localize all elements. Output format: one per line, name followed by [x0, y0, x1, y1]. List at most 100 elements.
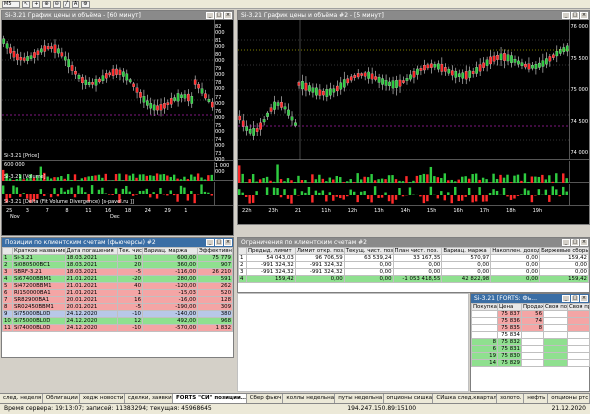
minimize-icon[interactable]: _ [562, 12, 570, 19]
cell-sell[interactable] [521, 352, 544, 360]
cell-sell[interactable]: 56 [521, 310, 544, 318]
settings-icon[interactable]: ⚙ [81, 0, 90, 8]
column-header[interactable]: Цена [497, 303, 522, 311]
maximize-icon[interactable]: □ [571, 239, 579, 246]
orderbook-row[interactable]: 6 75 831 [471, 345, 590, 353]
limits-window[interactable]: Ограничения по клиентским счетам #2 _ □ × … [237, 237, 590, 293]
table-row[interactable]: 2 Si080500BC1 18.03.2021 20 360,00 907 [2, 261, 233, 269]
table-row[interactable]: 7 SR82900BA1 20.01.2021 16 -16,00 128 [2, 296, 233, 304]
cell-buy[interactable] [471, 310, 498, 318]
table-row[interactable]: 1 54 043,03 96 706,59 63 539,24 33 167,35 570… [238, 254, 589, 262]
column-header[interactable]: Эффективн. цена [197, 247, 233, 255]
cell-buy[interactable] [471, 317, 498, 325]
table-row[interactable]: 3 -991 324,32 -991 324,32 0,00 0,00 0,00 0,00 0… [238, 268, 589, 276]
close-icon[interactable]: × [224, 239, 232, 246]
cell-price[interactable]: 75 834 [497, 331, 522, 339]
workspace-tab[interactable]: золото. [497, 394, 525, 403]
column-header[interactable]: Накоплен. доход [490, 247, 541, 255]
cell-price[interactable]: 75 830 [497, 352, 522, 360]
cell-sell[interactable] [521, 359, 544, 367]
column-header[interactable]: Текущ. чист. поз. [343, 247, 394, 255]
chart2-delta-pane[interactable] [238, 184, 589, 206]
column-header[interactable]: Предыд. лимит [246, 247, 296, 255]
column-header[interactable]: План чист. поз. [392, 247, 443, 255]
workspace-tab[interactable]: сделки, заявки [125, 394, 174, 403]
chart2-titlebar[interactable]: Si-3.21 График цены и объёма #2 - [5 мин… [238, 11, 589, 20]
table-row[interactable]: 5 Si47200BBM1 21.01.2021 40 -120,00 262 [2, 282, 233, 290]
table-row[interactable]: 4 159,42 0,00 0,00 -1 053 418,55 42 822,98 0,0… [238, 275, 589, 283]
cell-price[interactable]: 75 835 [497, 324, 522, 332]
line-tool-icon[interactable]: ╱ [62, 0, 70, 8]
chart2-volume-pane[interactable] [238, 161, 589, 183]
positions-window[interactable]: Позиции по клиентским счетам (фьючерсы) … [1, 237, 234, 358]
cell-price[interactable]: 75 836 [497, 317, 522, 325]
table-row[interactable]: 6 RI150000BA1 21.01.2021 1 -15,03 520 [2, 289, 233, 297]
table-row[interactable]: 10 Si75000BL0D 24.12.2020 12 492,00 968 [2, 317, 233, 325]
column-header[interactable]: Биржевые сборы [539, 247, 589, 255]
workspace-tab[interactable]: Сбер фьюч [247, 394, 284, 403]
crosshair-tool-icon[interactable]: + [32, 0, 41, 8]
column-header[interactable]: Краткое название [12, 247, 66, 255]
chart1-volume-pane[interactable]: 600 000 1 000 000 Si-3.21 [Volume] [2, 162, 233, 181]
table-row[interactable]: 3 SBRF-3.21 18.03.2021 -5 -116,00 26 210 [2, 268, 233, 276]
orderbook-row[interactable]: 75 836 74 [471, 317, 590, 325]
workspace-tab[interactable]: Облигации [43, 394, 80, 403]
chart1-titlebar[interactable]: Si-3.21 График цены и объёма - [60 минут… [2, 11, 233, 20]
workspace-tab[interactable]: FORTS "СИ" позиции... [173, 394, 247, 403]
table-row[interactable]: 11 Si74000BL0D 24.12.2020 -10 -570,00 1 832 [2, 324, 233, 332]
cell-sell[interactable]: 74 [521, 317, 544, 325]
minimize-icon[interactable]: _ [562, 295, 570, 302]
workspace-tab[interactable]: опционы сишка [384, 394, 434, 403]
chart2-price-pane[interactable]: 76 000 75 500 75 000 74 500 74 000 [238, 20, 589, 160]
cell-price[interactable]: 75 831 [497, 345, 522, 353]
chart1-delta-pane[interactable]: Si-3.21 [Delta (Fit Volume Divergence) [… [2, 182, 233, 206]
chart1-price-pane[interactable]: 82 000 81 000 80 000 79 000 78 000 77 000 76 0… [2, 20, 233, 163]
column-header[interactable]: Своя поз. [543, 303, 568, 311]
orderbook-row[interactable]: 75 834 [471, 331, 590, 339]
cell-sell[interactable]: 8 [521, 324, 544, 332]
chart-window-60min[interactable]: Si-3.21 График цены и объёма - [60 минут… [1, 10, 234, 236]
column-header-index[interactable] [2, 247, 13, 255]
close-icon[interactable]: × [580, 239, 588, 246]
workspace-tab[interactable]: путы недельна [335, 394, 384, 403]
orderbook-row[interactable]: 14 75 829 [471, 359, 590, 367]
column-header[interactable]: Покупка [471, 303, 498, 311]
orderbook-row[interactable]: 8 75 832 [471, 338, 590, 346]
column-header[interactable]: Продажа [521, 303, 544, 311]
cell-sell[interactable] [521, 331, 544, 339]
maximize-icon[interactable]: □ [215, 239, 223, 246]
cell-sell[interactable] [521, 338, 544, 346]
table-row[interactable]: 1 Si-3.21 18.03.2021 10 600,00 75 779 [2, 254, 233, 262]
zoom-out-icon[interactable]: ⊖ [52, 0, 61, 8]
cell-buy[interactable]: 14 [471, 359, 498, 367]
cell-price[interactable]: 75 832 [497, 338, 522, 346]
cell-buy[interactable]: 8 [471, 338, 498, 346]
column-header[interactable]: Вариац. маржа [441, 247, 492, 255]
positions-titlebar[interactable]: Позиции по клиентским счетам (фьючерсы) … [2, 238, 233, 247]
workspace-tab[interactable]: коллы недельна [283, 394, 336, 403]
close-icon[interactable]: × [580, 12, 588, 19]
cell-price[interactable]: 75 837 [497, 310, 522, 318]
workspace-tab[interactable]: опционы ртс [548, 394, 590, 403]
chart-window-5min[interactable]: Si-3.21 График цены и объёма #2 - [5 мин… [237, 10, 590, 225]
workspace-tab[interactable]: нефть [524, 394, 549, 403]
close-icon[interactable]: × [224, 12, 232, 19]
minimize-icon[interactable]: _ [206, 12, 214, 19]
workspace-tab[interactable]: СИшка след.квартал [433, 394, 498, 403]
table-row[interactable]: 2 -991 324,32 -991 324,32 0,00 0,00 0,00 0,00 0… [238, 261, 589, 269]
cell-sell[interactable] [521, 345, 544, 353]
cell-buy[interactable]: 19 [471, 352, 498, 360]
workspace-tab[interactable]: след. неделя [0, 394, 43, 403]
table-row[interactable]: 4 Si67400BBM1 21.01.2021 -20 280,00 591 [2, 275, 233, 283]
timeframe-select[interactable]: M5 [2, 0, 20, 8]
column-header[interactable]: Своя пр. [567, 303, 590, 311]
maximize-icon[interactable]: □ [571, 295, 579, 302]
text-tool-icon[interactable]: A [71, 0, 80, 8]
orderbook-titlebar[interactable]: Si-3.21 [FORTS: Фь... _ □ × [471, 294, 589, 303]
maximize-icon[interactable]: □ [215, 12, 223, 19]
column-header[interactable]: Тек. чист.поз. [117, 247, 143, 255]
close-icon[interactable]: × [580, 295, 588, 302]
column-header[interactable]: Дата погашения [64, 247, 118, 255]
limits-titlebar[interactable]: Ограничения по клиентским счетам #2 _ □ × [238, 238, 589, 247]
cell-buy[interactable]: 6 [471, 345, 498, 353]
